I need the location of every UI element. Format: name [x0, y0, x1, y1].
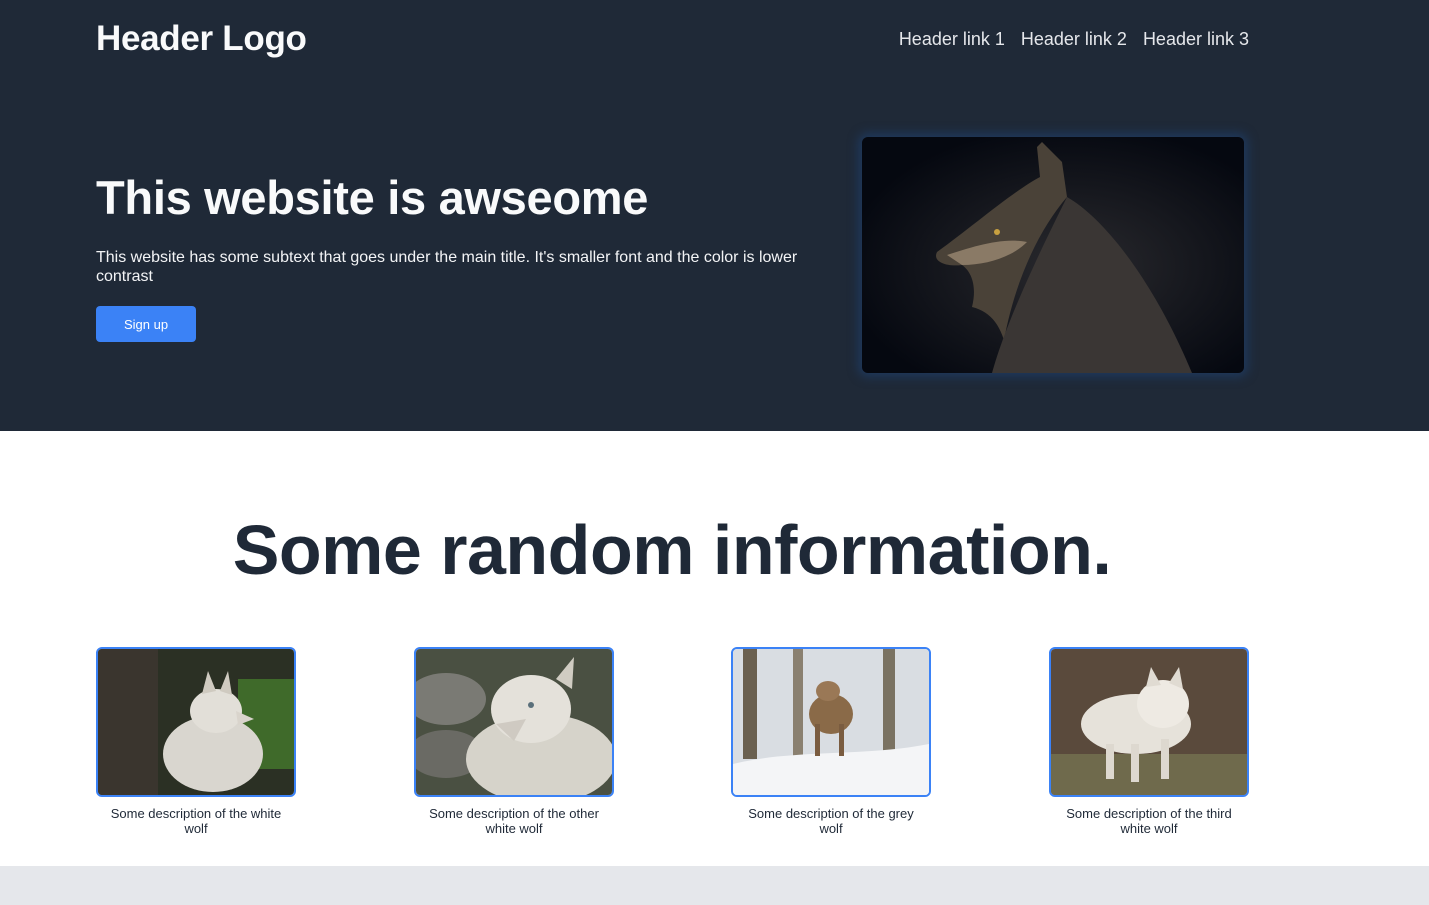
wolf-card[interactable]: Some description of the white wolf — [96, 647, 296, 836]
card-description: Some description of the other white wolf — [429, 806, 599, 836]
hero-title: This website is awseome — [96, 171, 649, 224]
card-description: Some description of the grey wolf — [748, 806, 914, 836]
grey-wolf-image[interactable] — [731, 647, 931, 797]
card-description: Some description of the third white wolf — [1066, 806, 1232, 836]
wolf-card[interactable]: Some description of the third white wolf — [1049, 647, 1249, 836]
hero-subtitle: This website has some subtext that goes … — [96, 249, 798, 285]
header-link-3[interactable]: Header link 3 — [1143, 29, 1249, 50]
third-white-wolf-image[interactable] — [1049, 647, 1249, 797]
footer — [0, 866, 1429, 905]
white-wolf-image[interactable] — [96, 647, 296, 797]
header-logo[interactable]: Header Logo — [96, 19, 307, 59]
header-nav: Header link 1 Header link 2 Header link … — [899, 29, 1249, 50]
sign-up-button[interactable]: Sign up — [96, 306, 196, 342]
card-description: Some description of the white wolf — [110, 806, 282, 836]
wolf-card[interactable]: Some description of the grey wolf — [731, 647, 931, 836]
hero-section: Header Logo Header link 1 Header link 2 … — [0, 0, 1429, 431]
header-link-2[interactable]: Header link 2 — [1021, 29, 1127, 50]
hero-wolf-image — [862, 137, 1244, 373]
info-title: Some random information. — [232, 511, 1112, 589]
other-white-wolf-image[interactable] — [414, 647, 614, 797]
header-link-1[interactable]: Header link 1 — [899, 29, 1005, 50]
wolf-card[interactable]: Some description of the other white wolf — [414, 647, 614, 836]
